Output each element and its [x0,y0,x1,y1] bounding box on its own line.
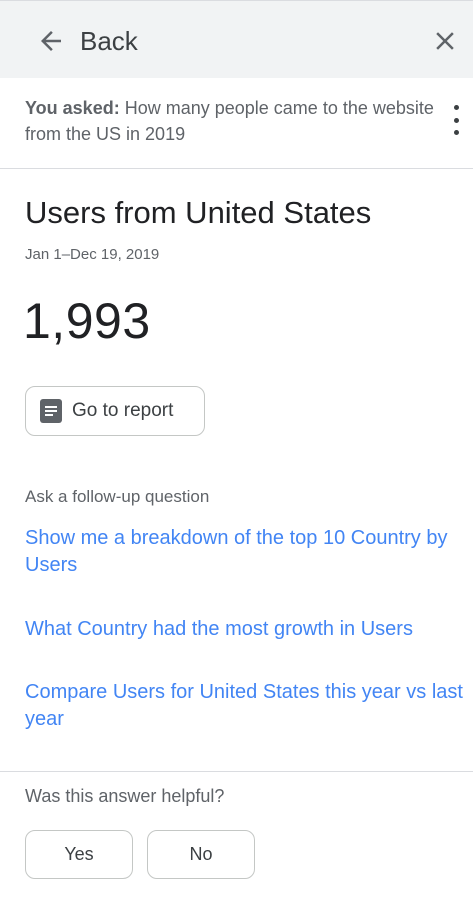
divider [0,168,473,169]
followup-heading: Ask a follow-up question [25,487,210,506]
panel-header: Back [0,0,473,78]
more-vert-icon [453,105,459,110]
go-to-report-button[interactable]: Go to report [25,386,205,436]
close-icon [436,32,454,50]
asked-label: You asked: [25,98,120,118]
followup-suggestion-growth[interactable]: What Country had the most growth in User… [25,616,470,643]
answer-date-range: Jan 1–Dec 19, 2019 [25,246,160,263]
more-options-button[interactable] [448,105,464,135]
answer-title: Users from United States [25,195,372,230]
arrow-left-icon [41,31,61,51]
asked-question: You asked: How many people came to the w… [25,95,435,147]
back-button[interactable]: Back [36,23,138,59]
feedback-no-button[interactable]: No [147,830,255,879]
back-label: Back [80,25,138,56]
close-button[interactable] [430,26,460,56]
followup-suggestion-compare[interactable]: Compare Users for United States this yea… [25,679,473,733]
go-to-report-label: Go to report [72,400,174,421]
feedback-yes-button[interactable]: Yes [25,830,133,879]
answer-metric-value: 1,993 [23,293,151,349]
feedback-question: Was this answer helpful? [25,786,225,806]
followup-suggestion-top-countries[interactable]: Show me a breakdown of the top 10 Countr… [25,525,470,579]
report-document-icon [40,399,62,423]
divider [0,771,473,772]
